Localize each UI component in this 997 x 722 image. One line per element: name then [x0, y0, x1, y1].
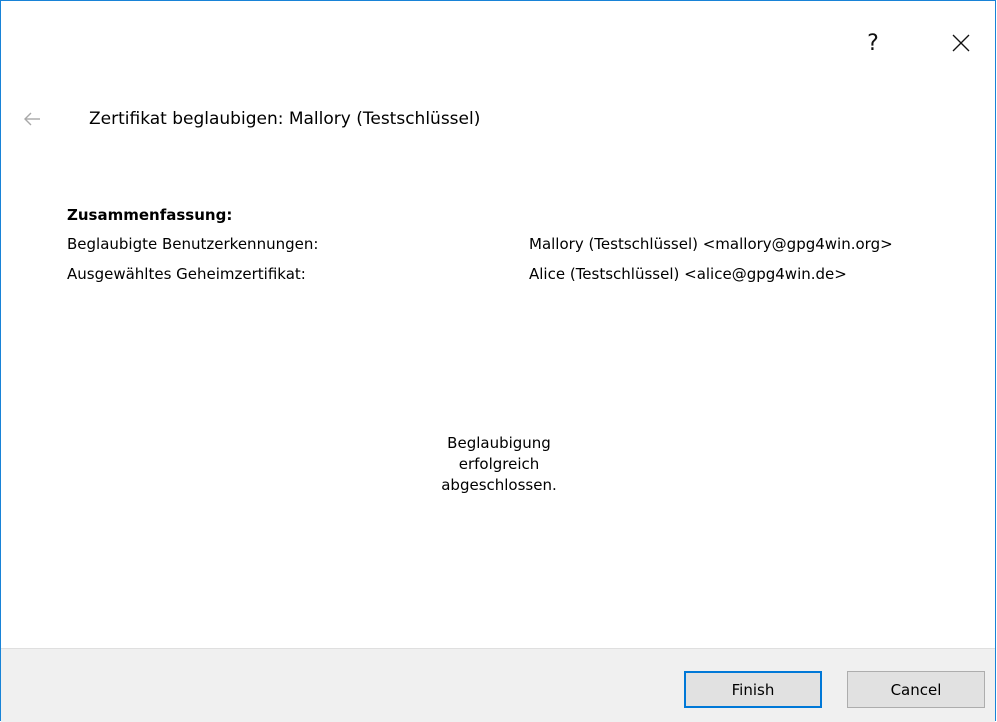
summary-heading: Zusammenfassung:	[67, 206, 233, 224]
summary-section: Zusammenfassung: Beglaubigte Benutzerken…	[67, 206, 987, 294]
back-arrow-icon	[24, 112, 40, 126]
wizard-header: Zertifikat beglaubigen: Mallory (Testsch…	[23, 109, 480, 129]
summary-row-user-ids: Beglaubigte Benutzerkennungen: Mallory (…	[67, 234, 987, 264]
help-label: ?	[867, 30, 879, 56]
summary-value: Alice (Testschlüssel) <alice@gpg4win.de>	[529, 265, 847, 283]
button-bar: Finish Cancel	[1, 648, 995, 722]
finish-button[interactable]: Finish	[684, 671, 822, 708]
status-message: Beglaubigung erfolgreich abgeschlossen.	[1, 433, 997, 496]
status-line: Beglaubigung	[447, 434, 551, 452]
back-button[interactable]	[23, 111, 45, 127]
close-icon	[952, 34, 970, 52]
summary-value: Mallory (Testschlüssel) <mallory@gpg4win…	[529, 235, 893, 253]
page-title: Zertifikat beglaubigen: Mallory (Testsch…	[89, 109, 481, 129]
certify-dialog-window: ? Zertifikat beglaubigen: Mallory (Tests…	[0, 0, 997, 722]
status-line: erfolgreich	[458, 455, 540, 473]
summary-label: Ausgewähltes Geheimzertifikat:	[67, 265, 306, 283]
help-button[interactable]: ?	[853, 23, 893, 63]
status-line: abgeschlossen.	[441, 476, 557, 494]
close-button[interactable]	[941, 23, 981, 63]
cancel-button[interactable]: Cancel	[847, 671, 985, 708]
summary-row-secret-key: Ausgewähltes Geheimzertifikat: Alice (Te…	[67, 264, 987, 294]
summary-label: Beglaubigte Benutzerkennungen:	[67, 235, 319, 253]
